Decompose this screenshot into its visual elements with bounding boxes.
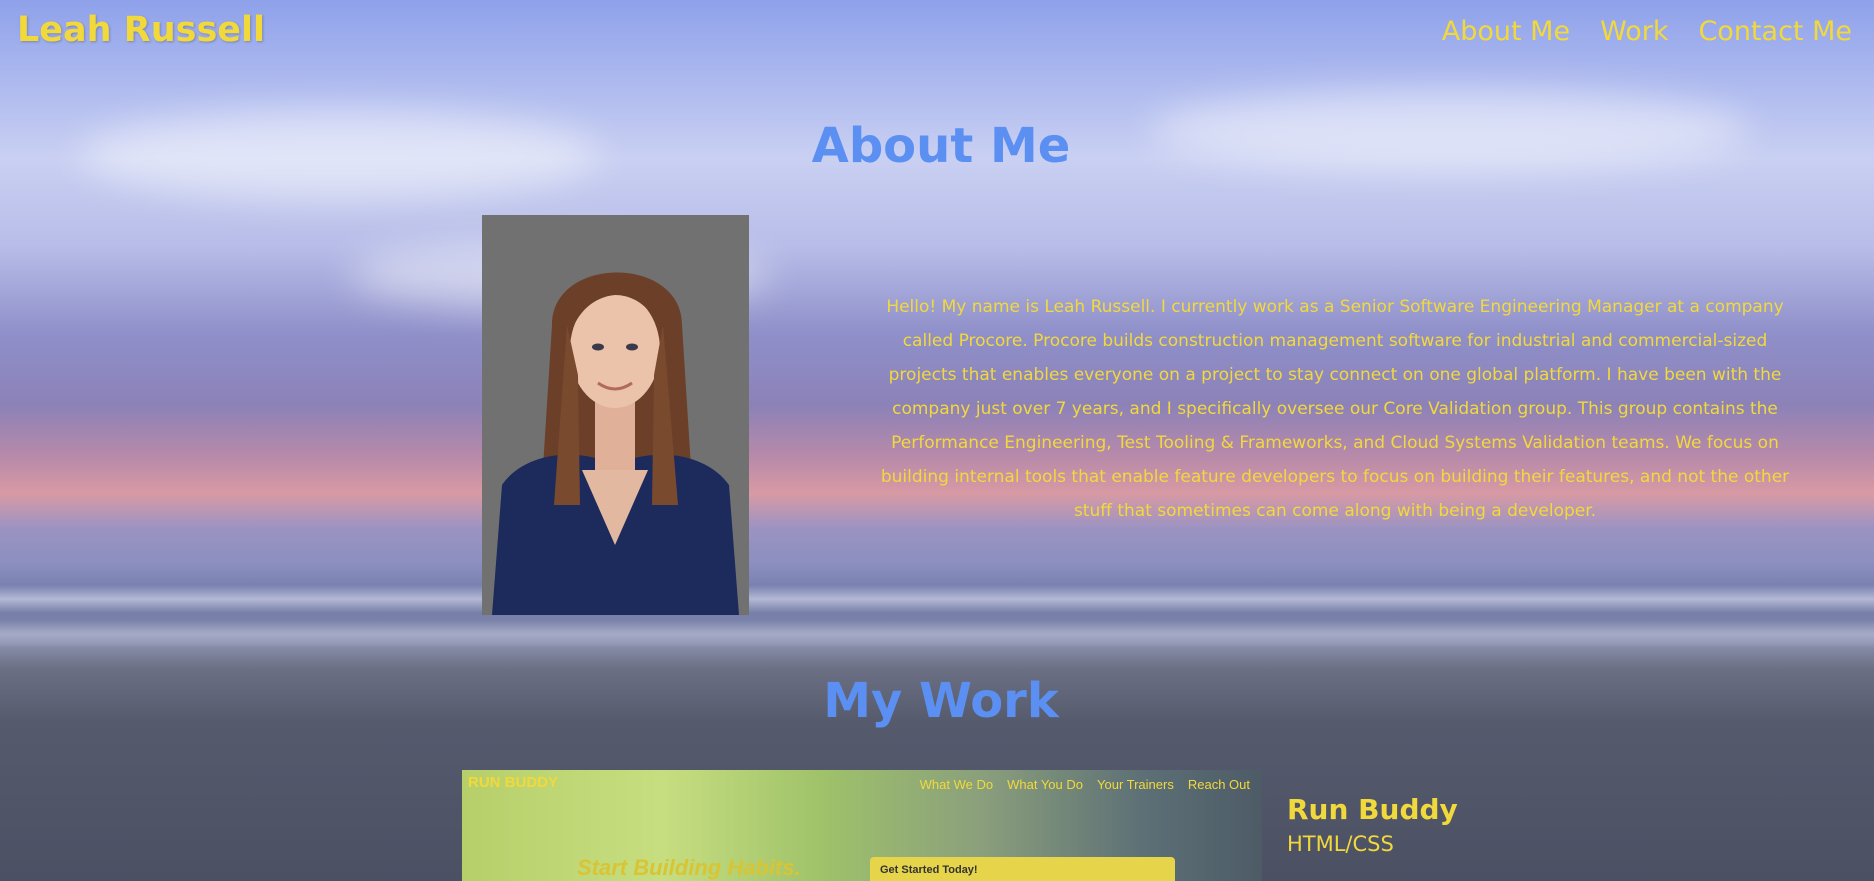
thumb-nav: What We Do What You Do Your Trainers Rea… (920, 777, 1250, 792)
thumb-nav-item: What You Do (1007, 777, 1083, 792)
site-brand[interactable]: Leah Russell (17, 10, 265, 50)
project-title[interactable]: Run Buddy (1287, 793, 1458, 826)
background-surf (0, 585, 1874, 613)
main-nav: About Me Work Contact Me (1442, 16, 1852, 47)
profile-photo (482, 215, 749, 615)
about-heading: About Me (811, 118, 1071, 174)
nav-about-me[interactable]: About Me (1442, 16, 1570, 47)
nav-work[interactable]: Work (1600, 16, 1668, 47)
thumb-nav-item: Your Trainers (1097, 777, 1174, 792)
project-thumbnail-run-buddy[interactable]: RUN BUDDY What We Do What You Do Your Tr… (462, 770, 1262, 881)
thumb-brand: RUN BUDDY (468, 774, 558, 791)
nav-contact-me[interactable]: Contact Me (1698, 16, 1852, 47)
thumb-cta-panel: Get Started Today! (870, 857, 1175, 881)
about-bio: Hello! My name is Leah Russell. I curren… (880, 297, 1790, 521)
thumb-headline: Start Building Habits. (577, 855, 801, 880)
work-heading: My Work (823, 673, 1059, 729)
thumb-nav-item: Reach Out (1187, 777, 1250, 792)
background-surf (0, 620, 1874, 648)
portrait-illustration (482, 215, 749, 615)
project-tech: HTML/CSS (1287, 832, 1394, 856)
thumb-nav-item: What We Do (919, 777, 994, 792)
